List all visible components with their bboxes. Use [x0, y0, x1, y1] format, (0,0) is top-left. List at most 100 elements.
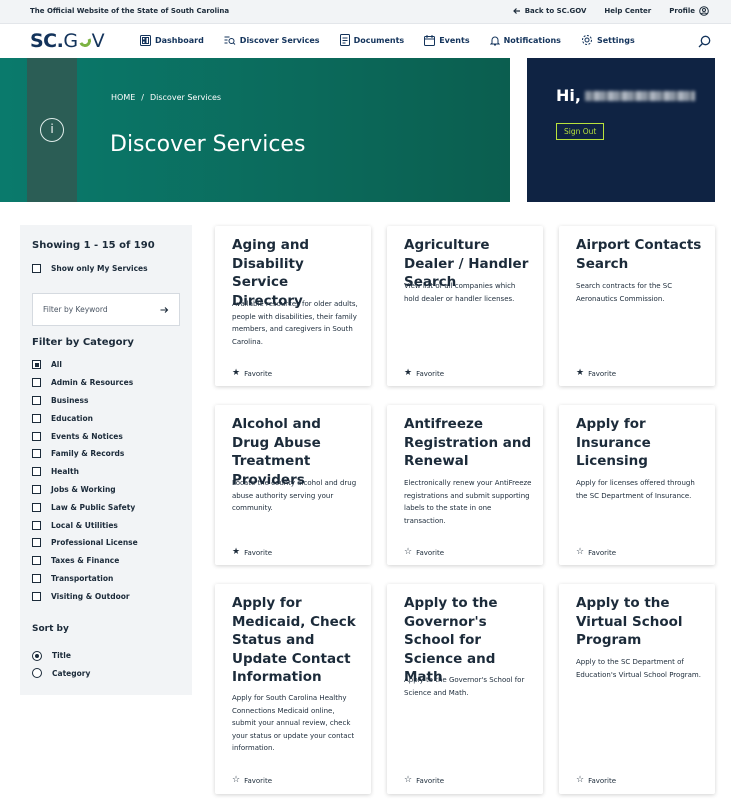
service-card-title[interactable]: Apply for Insurance Licensing — [576, 415, 706, 471]
service-card-description: Search contracts for the SC Aeronautics … — [576, 282, 673, 303]
category-checkbox[interactable] — [32, 395, 41, 405]
service-card[interactable]: Apply to the Virtual School Program Apply… — [559, 584, 715, 794]
favorite-toggle[interactable]: ★ Favorite — [232, 548, 272, 557]
service-card-title[interactable]: Apply to the Virtual School Program — [576, 594, 706, 650]
category-option[interactable]: Law & Public Safety — [32, 498, 138, 516]
category-checkbox[interactable] — [32, 378, 41, 388]
category-option[interactable]: Events & Notices — [32, 427, 138, 445]
nav-events-label: Events — [439, 35, 470, 45]
category-option[interactable]: Visiting & Outdoor — [32, 587, 138, 605]
favorite-toggle[interactable]: ☆ Favorite — [404, 776, 444, 785]
nav-settings-label: Settings — [596, 35, 635, 45]
nav-settings[interactable]: Settings — [581, 34, 635, 46]
category-label: Transportation — [51, 573, 114, 583]
service-card-title[interactable]: Apply for Medicaid, Check Status and Upd… — [232, 594, 362, 687]
star-outline-icon: ☆ — [404, 775, 413, 785]
logo-sc: SC — [30, 30, 57, 52]
utility-links: Back to SC.GOV Help Center Profile — [495, 6, 709, 16]
category-option[interactable]: Business — [32, 392, 138, 410]
service-card[interactable]: Apply to the Governor's School for Scien… — [387, 584, 543, 794]
search-icon — [698, 35, 711, 48]
service-card[interactable]: Airport Contacts Search Search contracts … — [559, 226, 715, 386]
service-card-title[interactable]: Airport Contacts Search — [576, 236, 706, 273]
category-checkbox[interactable] — [32, 556, 41, 566]
service-card-title[interactable]: Antifreeze Registration and Renewal — [404, 415, 534, 471]
favorite-toggle[interactable]: ☆ Favorite — [576, 548, 616, 557]
nav-discover-label: Discover Services — [239, 35, 320, 45]
my-services-label: Show only My Services — [51, 264, 148, 273]
service-card-description: View list of all companies which hold de… — [404, 282, 516, 303]
category-checkbox[interactable] — [32, 467, 41, 477]
category-option[interactable]: Local & Utilities — [32, 516, 138, 534]
category-option[interactable]: Taxes & Finance — [32, 552, 138, 570]
category-checkbox[interactable] — [32, 573, 41, 583]
my-services-checkbox[interactable] — [32, 264, 41, 273]
search-button[interactable] — [698, 33, 711, 52]
nav-documents[interactable]: Documents — [339, 34, 405, 46]
category-option[interactable]: Health — [32, 463, 138, 481]
hero-banner: i HOME / Discover Services Discover Serv… — [0, 58, 510, 202]
service-card-title[interactable]: Apply to the Governor's School for Scien… — [404, 594, 534, 687]
calendar-icon — [424, 34, 436, 46]
category-option[interactable]: Transportation — [32, 570, 138, 588]
category-checkbox[interactable] — [32, 484, 41, 494]
favorite-toggle[interactable]: ★ Favorite — [576, 369, 616, 378]
category-label: Business — [51, 395, 89, 405]
back-to-scgov-link[interactable]: Back to SC.GOV — [512, 7, 586, 15]
breadcrumb-current: Discover Services — [149, 93, 222, 102]
nav-documents-label: Documents — [353, 35, 405, 45]
service-card-description: Locate the county alcohol and drug abuse… — [232, 479, 357, 512]
user-circle-icon — [699, 6, 709, 16]
category-option[interactable]: Education — [32, 409, 138, 427]
category-option[interactable]: Admin & Resources — [32, 374, 138, 392]
category-checkbox[interactable] — [32, 520, 41, 530]
favorite-toggle[interactable]: ☆ Favorite — [576, 776, 616, 785]
category-label: Jobs & Working — [51, 484, 116, 494]
sort-option[interactable]: Category — [32, 665, 90, 683]
sort-options: Title Category — [32, 647, 90, 682]
service-card[interactable]: Aging and Disability Service Directory Av… — [215, 226, 371, 386]
category-option[interactable]: Jobs & Working — [32, 481, 138, 499]
sort-radio[interactable] — [32, 668, 42, 679]
favorite-toggle[interactable]: ☆ Favorite — [404, 548, 444, 557]
service-card[interactable]: Apply for Medicaid, Check Status and Upd… — [215, 584, 371, 794]
keyword-filter-input[interactable]: Filter by Keyword — [32, 293, 180, 326]
category-checkbox[interactable] — [32, 538, 41, 548]
category-option[interactable]: Family & Records — [32, 445, 138, 463]
category-checkbox[interactable] — [32, 591, 41, 601]
help-center-link[interactable]: Help Center — [604, 7, 651, 15]
favorite-label: Favorite — [588, 776, 617, 785]
category-checkbox[interactable] — [32, 449, 41, 459]
favorite-label: Favorite — [588, 548, 617, 557]
sort-label: Category — [52, 668, 91, 678]
category-checkbox[interactable] — [32, 431, 41, 441]
nav-notifications[interactable]: Notifications — [489, 34, 561, 46]
category-checkbox[interactable] — [32, 360, 41, 370]
sort-radio[interactable] — [32, 650, 42, 661]
sort-option[interactable]: Title — [32, 647, 90, 665]
star-filled-icon: ★ — [232, 368, 241, 378]
category-checkbox[interactable] — [32, 502, 41, 512]
breadcrumb-home[interactable]: HOME — [111, 93, 135, 102]
service-card[interactable]: Apply for Insurance Licensing Apply for l… — [559, 405, 715, 565]
category-label: All — [51, 360, 62, 370]
favorite-toggle[interactable]: ☆ Favorite — [232, 776, 272, 785]
sort-heading: Sort by — [32, 624, 69, 634]
nav-discover-services[interactable]: Discover Services — [224, 34, 320, 46]
category-option[interactable]: All — [32, 356, 138, 374]
favorite-toggle[interactable]: ★ Favorite — [232, 369, 272, 378]
sign-out-button[interactable]: Sign Out — [556, 123, 605, 140]
category-checkbox[interactable] — [32, 413, 41, 423]
service-card[interactable]: Alcohol and Drug Abuse Treatment Provide… — [215, 405, 371, 565]
category-option[interactable]: Professional License — [32, 534, 138, 552]
nav-events[interactable]: Events — [424, 34, 470, 46]
favorite-toggle[interactable]: ★ Favorite — [404, 369, 444, 378]
service-card[interactable]: Antifreeze Registration and Renewal Elect… — [387, 405, 543, 565]
nav-dashboard[interactable]: Dashboard — [140, 34, 204, 46]
service-card[interactable]: Agriculture Dealer / Handler Search View … — [387, 226, 543, 386]
gear-icon — [581, 35, 592, 45]
my-services-toggle[interactable]: Show only My Services — [32, 264, 148, 273]
profile-link[interactable]: Profile — [669, 6, 709, 16]
scgov-logo[interactable]: SC. G V — [30, 30, 105, 52]
arrow-right-icon[interactable] — [160, 306, 169, 314]
